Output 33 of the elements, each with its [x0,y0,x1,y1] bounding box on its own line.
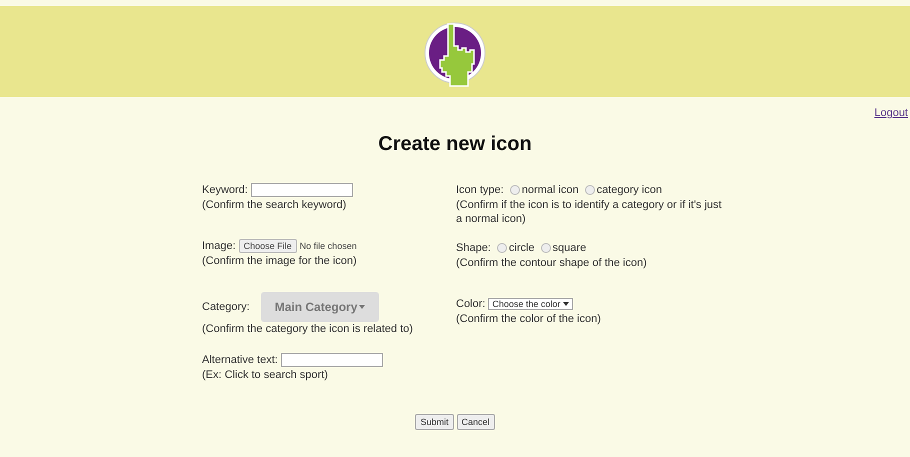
caret-icon [563,302,570,306]
text-field[interactable] [280,353,383,367]
radio-button[interactable] [510,185,520,195]
field-hint: (Confirm the search keyword) [202,198,348,212]
radio-button[interactable] [540,243,551,253]
radio-button[interactable] [584,185,595,195]
caret-icon [359,305,366,309]
color-select[interactable]: Choose the color [488,298,574,310]
radio-button[interactable] [496,243,507,253]
field-hint: (Ex: Click to search sport) [202,368,329,382]
field-label: Category: [202,301,250,313]
form-button[interactable]: Cancel [456,414,495,430]
choose-file-button[interactable]: Choose File [238,239,297,253]
radio-option[interactable]: normal icon [510,184,579,196]
field-hint: (Confirm if the icon is to identify a category or if it's just a normal icon) [456,198,723,226]
file-status: No file chosen [300,241,357,251]
radio-option[interactable]: square [540,242,586,254]
field-hint: (Confirm the color of the icon) [456,312,602,326]
field-label: Alternative text: [202,354,278,366]
logout-link[interactable]: Logout [874,107,908,121]
field-hint: (Confirm the category the icon is related to) [202,322,414,336]
field-hint: (Confirm the contour shape of the icon) [456,256,648,270]
field-label: Image: [202,240,236,252]
radio-option[interactable]: circle [496,242,535,254]
field-label: Shape: [456,242,491,254]
field-label: Color: [456,298,486,310]
radio-option[interactable]: category icon [584,184,662,196]
form-button[interactable]: Submit [415,414,454,430]
field-hint: (Confirm the image for the icon) [202,254,358,268]
page-title: Create new icon [377,133,533,156]
text-field[interactable] [250,183,353,197]
field-label: Icon type: [456,184,504,196]
field-label: Keyword: [202,184,248,196]
